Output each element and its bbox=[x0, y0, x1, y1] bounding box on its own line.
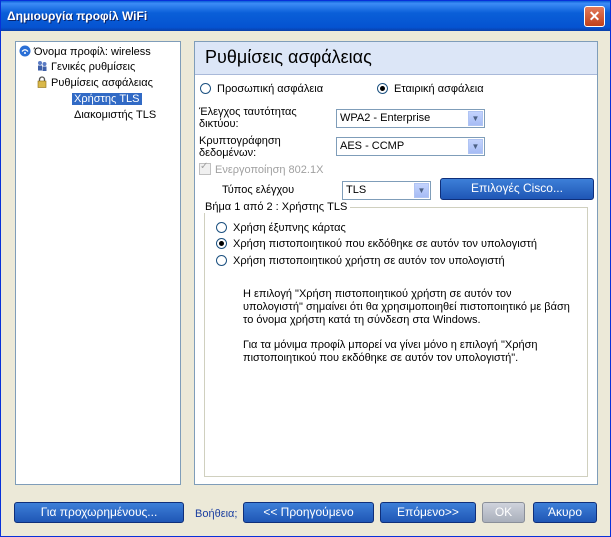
info-text-persistent: Για τα μόνιμα προφίλ μπορεί να γίνει μόν… bbox=[243, 339, 538, 364]
title-bar[interactable]: Δημιουργία προφίλ WiFi ✕ bbox=[1, 1, 610, 31]
machine-cert-radio[interactable]: Χρήση πιστοποιητικού που εκδόθηκε σε αυτ… bbox=[216, 238, 537, 250]
encryption-select-value: AES - CCMP bbox=[340, 140, 405, 152]
encryption-label: Κρυπτογράφηση δεδομένων: bbox=[199, 135, 281, 159]
radio-indicator bbox=[216, 222, 227, 233]
tree-item-label: Γενικές ρυθμίσεις bbox=[51, 61, 136, 73]
smart-card-radio[interactable]: Χρήση έξυπνης κάρτας bbox=[216, 222, 346, 234]
info-text-user-cert: Η επιλογή "Χρήση πιστοποιητικού χρήστη σ… bbox=[243, 288, 570, 326]
tree-item-security[interactable]: Ρυθμίσεις ασφάλειας bbox=[36, 76, 153, 89]
window-title: Δημιουργία προφίλ WiFi bbox=[7, 9, 148, 23]
auth-type-select[interactable]: TLS ▼ bbox=[342, 181, 431, 200]
personal-security-radio[interactable]: Προσωπική ασφάλεια bbox=[200, 83, 323, 95]
tree-item-tls-server[interactable]: Διακομιστής TLS bbox=[74, 109, 156, 121]
tree-item-profile-name[interactable]: Όνομα προφίλ: wireless bbox=[19, 45, 151, 58]
people-icon bbox=[36, 60, 48, 72]
personal-security-label: Προσωπική ασφάλεια bbox=[217, 83, 324, 95]
wifi-icon bbox=[19, 45, 31, 57]
auth-label: Έλεγχος ταυτότητας δικτύου: bbox=[199, 106, 297, 130]
radio-indicator bbox=[216, 255, 227, 266]
cisco-options-button[interactable]: Επιλογές Cisco... bbox=[440, 178, 594, 200]
back-button[interactable]: << Προηγούμενο bbox=[243, 502, 374, 523]
enable-8021x-checkbox[interactable]: Ενεργοποίηση 802.1X bbox=[199, 161, 324, 176]
radio-indicator bbox=[377, 83, 388, 94]
chevron-down-icon[interactable]: ▼ bbox=[414, 183, 429, 198]
tree-item-tls-user[interactable]: Χρήστης TLS bbox=[72, 93, 142, 105]
machine-cert-label: Χρήση πιστοποιητικού που εκδόθηκε σε αυτ… bbox=[233, 238, 537, 250]
page-title: Ρυθμίσεις ασφάλειας bbox=[205, 47, 372, 67]
panel-header: Ρυθμίσεις ασφάλειας bbox=[195, 42, 597, 75]
next-button[interactable]: Επόμενο>> bbox=[380, 502, 476, 523]
close-button[interactable]: ✕ bbox=[584, 6, 605, 27]
wifi-profile-dialog: Δημιουργία προφίλ WiFi ✕ Όνομα προφίλ: w… bbox=[0, 0, 611, 537]
auth-type-select-value: TLS bbox=[346, 184, 367, 196]
cancel-button[interactable]: Άκυρο bbox=[533, 502, 597, 523]
tree-item-label: Όνομα προφίλ: wireless bbox=[34, 46, 151, 58]
encryption-select[interactable]: AES - CCMP ▼ bbox=[336, 137, 485, 156]
tree-item-label: Διακομιστής TLS bbox=[74, 109, 157, 121]
enterprise-security-radio[interactable]: Εταιρική ασφάλεια bbox=[377, 83, 484, 95]
tree-item-label: Χρήστης TLS bbox=[72, 93, 142, 105]
advanced-button[interactable]: Για προχωρημένους... bbox=[14, 502, 184, 523]
chevron-down-icon[interactable]: ▼ bbox=[468, 111, 483, 126]
user-cert-label: Χρήση πιστοποιητικού χρήστη σε αυτόν τον… bbox=[233, 255, 505, 267]
enterprise-security-label: Εταιρική ασφάλεια bbox=[394, 83, 484, 95]
user-cert-radio[interactable]: Χρήση πιστοποιητικού χρήστη σε αυτόν τον… bbox=[216, 255, 505, 267]
auth-select[interactable]: WPA2 - Enterprise ▼ bbox=[336, 109, 485, 128]
auth-type-label: Τύπος ελέγχου bbox=[222, 184, 295, 196]
enable-8021x-label: Ενεργοποίηση 802.1X bbox=[215, 164, 324, 176]
tree-item-general[interactable]: Γενικές ρυθμίσεις bbox=[36, 60, 135, 73]
radio-indicator bbox=[200, 83, 211, 94]
profile-tree: Όνομα προφίλ: wireless Γενικές ρυθμίσεις… bbox=[15, 41, 181, 485]
smart-card-label: Χρήση έξυπνης κάρτας bbox=[233, 222, 346, 234]
ok-button[interactable]: OK bbox=[482, 502, 525, 523]
tree-item-label: Ρυθμίσεις ασφάλειας bbox=[51, 77, 153, 89]
chevron-down-icon[interactable]: ▼ bbox=[468, 139, 483, 154]
lock-icon bbox=[36, 76, 48, 88]
auth-select-value: WPA2 - Enterprise bbox=[340, 112, 431, 124]
radio-indicator bbox=[216, 238, 227, 249]
checkbox-indicator bbox=[199, 161, 211, 175]
help-link[interactable]: Βοήθεια; bbox=[195, 508, 237, 520]
step-group-title: Βήμα 1 από 2 : Χρήστης TLS bbox=[202, 201, 351, 213]
